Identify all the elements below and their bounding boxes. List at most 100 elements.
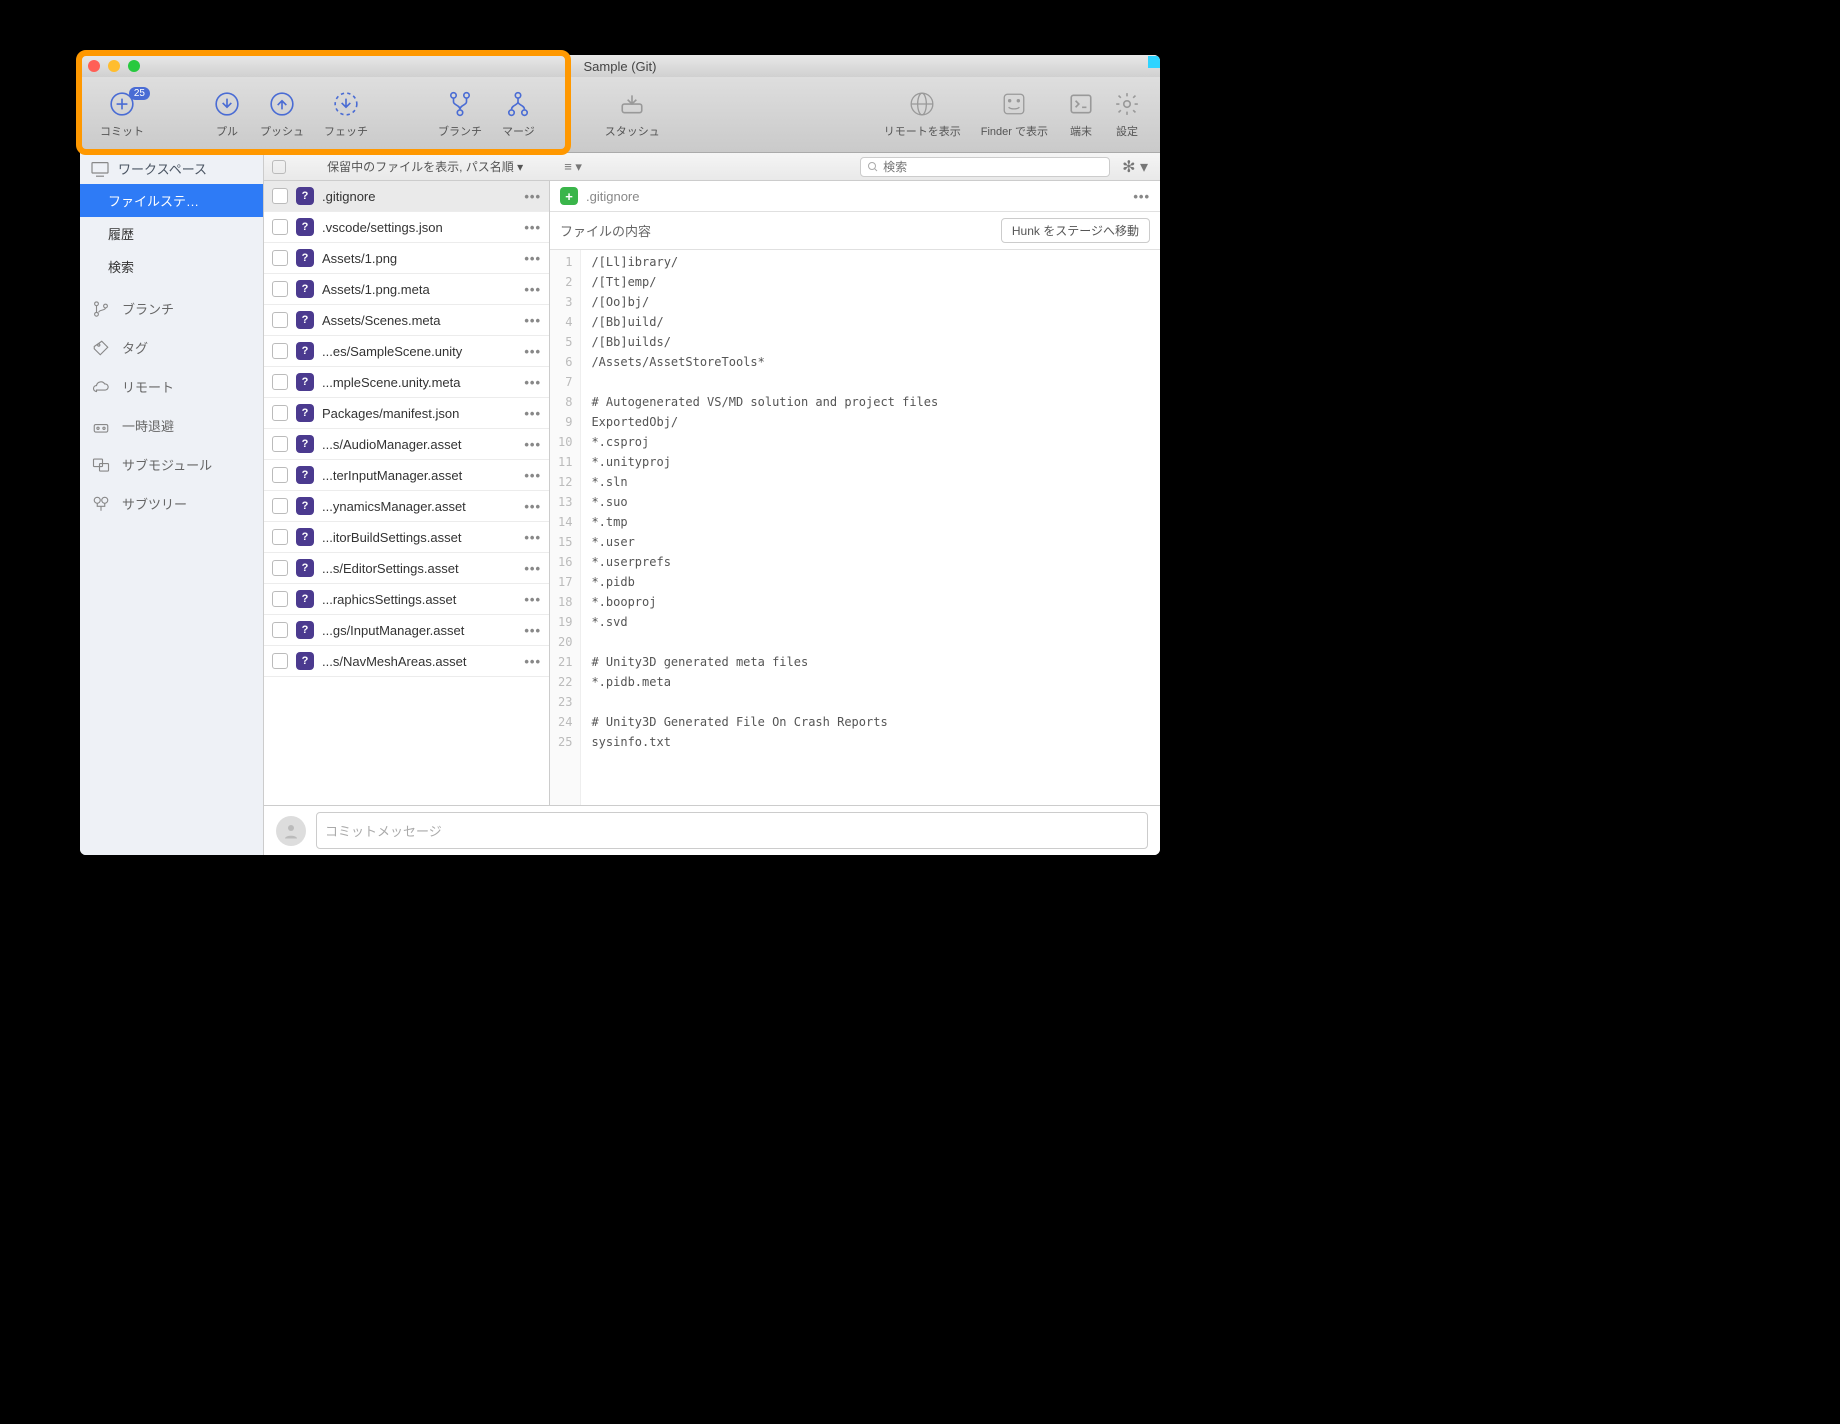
file-row[interactable]: ?.vscode/settings.json•••	[264, 212, 549, 243]
commit-button[interactable]: 25 コミット	[90, 91, 154, 139]
pull-button[interactable]: プル	[204, 91, 250, 139]
sidebar-item-filestatus[interactable]: ファイルステ…	[80, 184, 263, 217]
diff-content[interactable]: 1234567891011121314151617181920212223242…	[550, 250, 1160, 805]
sidebar-item-search[interactable]: 検索	[80, 250, 263, 283]
options-dropdown[interactable]: ✻ ▾	[1118, 157, 1152, 177]
file-row[interactable]: ?Assets/1.png.meta•••	[264, 274, 549, 305]
file-row[interactable]: ?...s/AudioManager.asset•••	[264, 429, 549, 460]
sidebar-item-label: 履歴	[108, 224, 134, 243]
file-checkbox[interactable]	[272, 250, 288, 266]
sidebar-subtrees[interactable]: サブツリー	[80, 484, 263, 523]
file-more-button[interactable]: •••	[524, 251, 541, 266]
remote-button[interactable]: リモートを表示	[874, 91, 971, 139]
file-more-button[interactable]: •••	[524, 468, 541, 483]
file-checkbox[interactable]	[272, 188, 288, 204]
stash-button[interactable]: スタッシュ	[595, 91, 670, 139]
file-row[interactable]: ?...raphicsSettings.asset•••	[264, 584, 549, 615]
terminal-button[interactable]: 端末	[1058, 91, 1104, 139]
file-checkbox[interactable]	[272, 560, 288, 576]
file-more-button[interactable]: •••	[524, 375, 541, 390]
sidebar-workspace-header[interactable]: ワークスペース	[80, 153, 263, 184]
file-row[interactable]: ?...terInputManager.asset•••	[264, 460, 549, 491]
file-more-button[interactable]: •••	[524, 561, 541, 576]
file-checkbox[interactable]	[272, 374, 288, 390]
merge-button[interactable]: マージ	[492, 91, 545, 139]
branch-button[interactable]: ブランチ	[428, 91, 492, 139]
commit-message-input[interactable]: コミットメッセージ	[316, 812, 1148, 849]
commit-label: コミット	[100, 123, 144, 139]
file-checkbox[interactable]	[272, 622, 288, 638]
sidebar-submodules[interactable]: サブモジュール	[80, 445, 263, 484]
minimize-button[interactable]	[108, 60, 120, 72]
file-checkbox[interactable]	[272, 591, 288, 607]
file-row[interactable]: ?...ynamicsManager.asset•••	[264, 491, 549, 522]
file-checkbox[interactable]	[272, 219, 288, 235]
file-list[interactable]: ?.gitignore•••?.vscode/settings.json•••?…	[264, 181, 550, 805]
file-status-badge: ?	[296, 187, 314, 205]
file-checkbox[interactable]	[272, 281, 288, 297]
close-button[interactable]	[88, 60, 100, 72]
file-more-button[interactable]: •••	[524, 592, 541, 607]
sidebar-remotes[interactable]: リモート	[80, 367, 263, 406]
file-status-badge: ?	[296, 373, 314, 391]
file-checkbox[interactable]	[272, 343, 288, 359]
zoom-button[interactable]	[128, 60, 140, 72]
file-more-button[interactable]: •••	[524, 220, 541, 235]
file-checkbox[interactable]	[272, 498, 288, 514]
settings-button[interactable]: 設定	[1104, 91, 1150, 139]
file-name: ...raphicsSettings.asset	[322, 592, 516, 607]
merge-label: マージ	[502, 123, 535, 139]
search-input[interactable]	[883, 160, 1103, 174]
sidebar-tags[interactable]: タグ	[80, 328, 263, 367]
file-row[interactable]: ?.gitignore•••	[264, 181, 549, 212]
diff-more-button[interactable]: •••	[1133, 189, 1150, 204]
file-more-button[interactable]: •••	[524, 530, 541, 545]
file-more-button[interactable]: •••	[524, 282, 541, 297]
settings-label: 設定	[1116, 123, 1138, 139]
file-row[interactable]: ?Packages/manifest.json•••	[264, 398, 549, 429]
titlebar[interactable]: Sample (Git)	[80, 55, 1160, 77]
file-more-button[interactable]: •••	[524, 499, 541, 514]
fetch-button[interactable]: フェッチ	[314, 91, 378, 139]
file-more-button[interactable]: •••	[524, 623, 541, 638]
filter-dropdown[interactable]: 保留中のファイルを表示, パス名順 ▾	[294, 158, 556, 175]
file-row[interactable]: ?...mpleScene.unity.meta•••	[264, 367, 549, 398]
file-status-badge: ?	[296, 249, 314, 267]
avatar[interactable]	[276, 816, 306, 846]
file-checkbox[interactable]	[272, 436, 288, 452]
view-mode-toggle[interactable]: ≡ ▾	[564, 159, 582, 175]
file-row[interactable]: ?Assets/1.png•••	[264, 243, 549, 274]
file-row[interactable]: ?Assets/Scenes.meta•••	[264, 305, 549, 336]
file-more-button[interactable]: •••	[524, 344, 541, 359]
select-all-checkbox[interactable]	[272, 160, 286, 174]
file-checkbox[interactable]	[272, 312, 288, 328]
file-row[interactable]: ?...s/EditorSettings.asset•••	[264, 553, 549, 584]
file-more-button[interactable]: •••	[524, 437, 541, 452]
terminal-icon	[1068, 91, 1094, 117]
sidebar-branches[interactable]: ブランチ	[80, 289, 263, 328]
file-more-button[interactable]: •••	[524, 654, 541, 669]
file-row[interactable]: ?...itorBuildSettings.asset•••	[264, 522, 549, 553]
file-row[interactable]: ?...es/SampleScene.unity•••	[264, 336, 549, 367]
main-column: 保留中のファイルを表示, パス名順 ▾ ≡ ▾ ✻ ▾ ?.gitignore•…	[264, 153, 1160, 855]
file-checkbox[interactable]	[272, 467, 288, 483]
file-more-button[interactable]: •••	[524, 313, 541, 328]
file-row[interactable]: ?...s/NavMeshAreas.asset•••	[264, 646, 549, 677]
gear-icon	[1114, 91, 1140, 117]
file-more-button[interactable]: •••	[524, 189, 541, 204]
file-status-badge: ?	[296, 280, 314, 298]
sidebar-section-label: サブモジュール	[122, 455, 212, 474]
file-more-button[interactable]: •••	[524, 406, 541, 421]
push-button[interactable]: プッシュ	[250, 91, 314, 139]
file-checkbox[interactable]	[272, 653, 288, 669]
finder-button[interactable]: Finder で表示	[971, 91, 1058, 139]
file-checkbox[interactable]	[272, 529, 288, 545]
stash-icon	[619, 91, 645, 117]
sidebar-stashes[interactable]: 一時退避	[80, 406, 263, 445]
file-row[interactable]: ?...gs/InputManager.asset•••	[264, 615, 549, 646]
file-checkbox[interactable]	[272, 405, 288, 421]
sidebar-item-history[interactable]: 履歴	[80, 217, 263, 250]
search-box[interactable]	[860, 157, 1110, 177]
finder-icon	[1001, 91, 1027, 117]
stage-hunk-button[interactable]: Hunk をステージへ移動	[1001, 218, 1150, 243]
